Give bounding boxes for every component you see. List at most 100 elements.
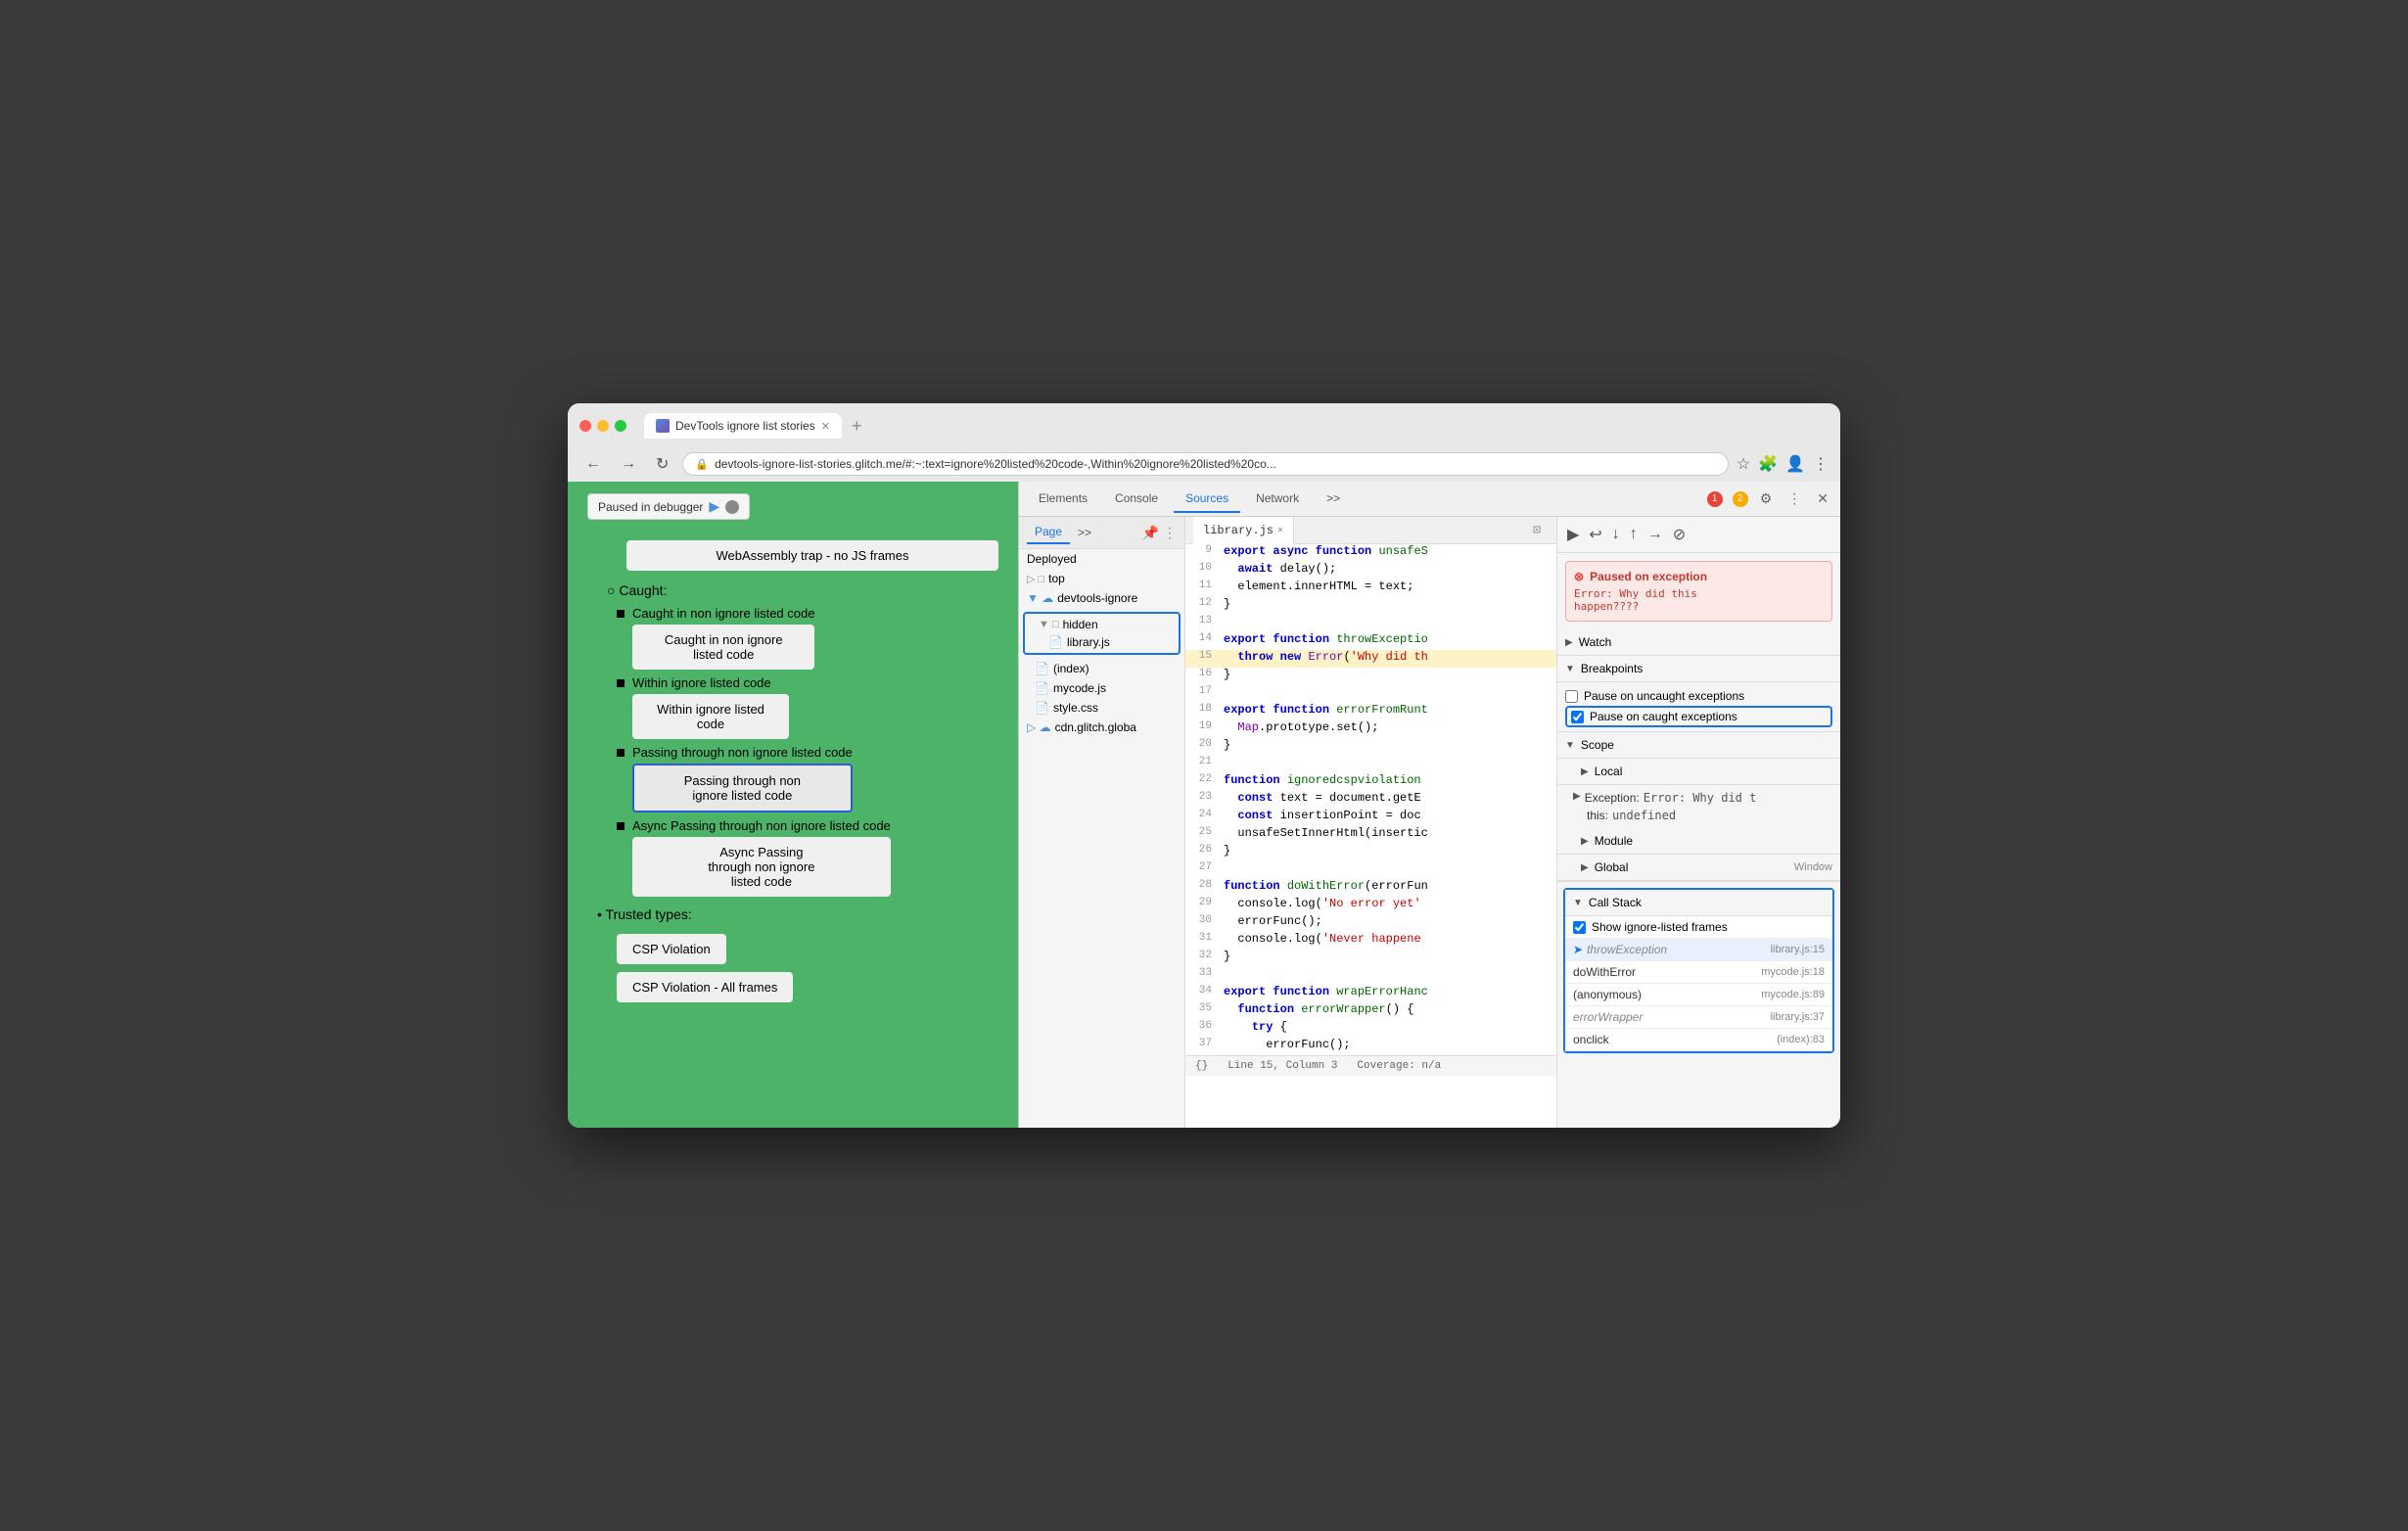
pause-uncaught-checkbox[interactable]	[1565, 690, 1578, 703]
format-icon: {}	[1195, 1060, 1208, 1072]
traffic-lights	[579, 420, 626, 432]
call-stack-header[interactable]: ▼ Call Stack	[1565, 890, 1832, 916]
tab-sources[interactable]: Sources	[1174, 486, 1240, 513]
file-tree-hidden[interactable]: ▼ □ hidden	[1027, 616, 1177, 633]
file-tree-deployed: Deployed	[1019, 549, 1184, 569]
ft-more-icon[interactable]: ⋮	[1163, 525, 1177, 541]
step-over-button[interactable]: ↩	[1587, 523, 1603, 546]
file-tree-index[interactable]: 📄 (index)	[1019, 659, 1184, 678]
global-section-header[interactable]: ▶ Global Window	[1557, 855, 1840, 881]
lock-icon: 🔒	[695, 458, 709, 471]
exception-label: Exception:	[1585, 791, 1640, 805]
file-tree-cdn[interactable]: ▷ ☁ cdn.glitch.globa	[1019, 718, 1184, 737]
webassembly-box: WebAssembly trap - no JS frames	[626, 540, 998, 571]
tab-elements[interactable]: Elements	[1027, 486, 1099, 513]
new-tab-button[interactable]: +	[846, 416, 868, 437]
paused-exception-title: ⊗ Paused on exception	[1574, 570, 1824, 583]
close-button[interactable]	[579, 420, 591, 432]
code-content: 9 export async function unsafeS 10 await…	[1185, 544, 1556, 1055]
extensions-icon[interactable]: 🧩	[1758, 454, 1778, 474]
close-devtools-button[interactable]: ✕	[1813, 488, 1832, 509]
step-button[interactable]: →	[1645, 524, 1665, 545]
index-label: (index)	[1053, 662, 1089, 675]
pause-caught-item: Pause on caught exceptions	[1565, 706, 1832, 727]
code-line: 26 }	[1185, 844, 1556, 861]
settings-icon[interactable]: ⚙	[1756, 488, 1777, 509]
trusted-types-section: • Trusted types: CSP Violation CSP Viola…	[597, 906, 998, 1006]
file-tree: Page >> 📌 ⋮ Deployed ▷ □ top	[1019, 517, 1185, 1128]
scope-section-header[interactable]: ▼ Scope	[1557, 732, 1840, 759]
tab-console[interactable]: Console	[1103, 486, 1170, 513]
file-tree-style-css[interactable]: 📄 style.css	[1019, 698, 1184, 718]
frame-name: onclick	[1573, 1033, 1609, 1046]
refresh-button[interactable]: ↻	[650, 452, 674, 476]
frame-location: (index):83	[1777, 1034, 1825, 1045]
file-tree-devtools-ignore[interactable]: ▼ ☁ devtools-ignore	[1019, 588, 1184, 608]
maximize-button[interactable]	[615, 420, 626, 432]
top-folder-label: top	[1048, 572, 1065, 585]
debugger-badge: Paused in debugger ▶	[587, 493, 750, 520]
code-line: 37 errorFunc();	[1185, 1038, 1556, 1055]
file-tree-top[interactable]: ▷ □ top	[1019, 569, 1184, 588]
browser-tab[interactable]: DevTools ignore list stories ✕	[644, 413, 842, 439]
local-section-header[interactable]: ▶ Local	[1557, 759, 1840, 785]
editor-expand-icon[interactable]: ⊡	[1525, 523, 1549, 537]
editor-tab-close[interactable]: ✕	[1277, 525, 1283, 536]
item-box[interactable]: Within ignore listedcode	[632, 694, 789, 739]
code-line: 29 console.log('No error yet'	[1185, 897, 1556, 914]
step-out-button[interactable]: ↑	[1628, 524, 1640, 545]
frame-name: errorWrapper	[1573, 1010, 1643, 1024]
file-icon: 📄	[1035, 701, 1049, 715]
ft-pin-icon[interactable]: 📌	[1142, 525, 1159, 541]
tab-network[interactable]: Network	[1244, 486, 1311, 513]
deactivate-breakpoints-button[interactable]: ⊘	[1671, 523, 1688, 546]
code-line: 27	[1185, 861, 1556, 879]
stack-frame-do-with-error[interactable]: doWithError mycode.js:18	[1565, 961, 1832, 984]
editor-tab-library-js[interactable]: library.js ✕	[1193, 517, 1294, 544]
browser-window: DevTools ignore list stories ✕ + ← → ↻ 🔒…	[568, 403, 1840, 1128]
frame-name: doWithError	[1573, 965, 1636, 979]
forward-button[interactable]: →	[615, 453, 642, 475]
back-button[interactable]: ←	[579, 453, 607, 475]
show-ignored-frames-checkbox[interactable]	[1573, 921, 1586, 934]
main-content: Paused in debugger ▶ WebAssembly trap - …	[568, 482, 1840, 1128]
chevron-down-icon: ▼	[1565, 664, 1575, 674]
error-count: 1	[1707, 491, 1723, 507]
debugger-controls: ▶ ↩ ↓ ↑ → ⊘	[1557, 517, 1840, 553]
ft-tab-more[interactable]: >>	[1070, 522, 1099, 543]
item-box-selected[interactable]: Passing through nonignore listed code	[632, 764, 853, 812]
code-line: 33	[1185, 967, 1556, 985]
ft-tab-page[interactable]: Page	[1027, 521, 1070, 544]
stack-frame-error-wrapper[interactable]: errorWrapper library.js:37	[1565, 1006, 1832, 1029]
address-bar[interactable]: 🔒 devtools-ignore-list-stories.glitch.me…	[682, 452, 1728, 476]
file-tree-library-js[interactable]: 📄 library.js	[1027, 633, 1177, 651]
show-ignored-frames-label: Show ignore-listed frames	[1592, 920, 1728, 934]
item-box[interactable]: Async Passingthrough non ignorelisted co…	[632, 837, 891, 897]
resume-icon[interactable]: ▶	[709, 498, 719, 515]
stack-frame-onclick[interactable]: onclick (index):83	[1565, 1029, 1832, 1051]
step-into-button[interactable]: ↓	[1610, 524, 1622, 545]
csp-violation-button[interactable]: CSP Violation	[617, 934, 726, 964]
bullet-icon	[617, 610, 625, 618]
resume-execution-button[interactable]: ▶	[1565, 523, 1581, 546]
profile-icon[interactable]: 👤	[1785, 454, 1805, 474]
bookmark-star-icon[interactable]: ☆	[1737, 454, 1750, 474]
cloud-icon: ▷ ☁	[1027, 720, 1051, 734]
error-badge: 1	[1707, 491, 1725, 507]
menu-icon[interactable]: ⋮	[1813, 454, 1829, 474]
stack-frame-throw-exception[interactable]: ➤ throwException library.js:15	[1565, 939, 1832, 961]
stack-frame-anonymous[interactable]: (anonymous) mycode.js:89	[1565, 984, 1832, 1006]
item-box[interactable]: Caught in non ignorelisted code	[632, 625, 814, 670]
frame-location: library.js:37	[1771, 1011, 1825, 1023]
module-section-header[interactable]: ▶ Module	[1557, 828, 1840, 855]
tab-more[interactable]: >>	[1315, 486, 1352, 513]
file-tree-mycode-js[interactable]: 📄 mycode.js	[1019, 678, 1184, 698]
code-line: 32 }	[1185, 950, 1556, 967]
breakpoints-section-header[interactable]: ▼ Breakpoints	[1557, 656, 1840, 682]
tab-close-button[interactable]: ✕	[821, 420, 830, 433]
pause-caught-checkbox[interactable]	[1571, 711, 1584, 723]
watch-section-header[interactable]: ▶ Watch	[1557, 629, 1840, 656]
more-options-icon[interactable]: ⋮	[1783, 488, 1805, 509]
csp-violation-all-button[interactable]: CSP Violation - All frames	[617, 972, 793, 1002]
minimize-button[interactable]	[597, 420, 609, 432]
